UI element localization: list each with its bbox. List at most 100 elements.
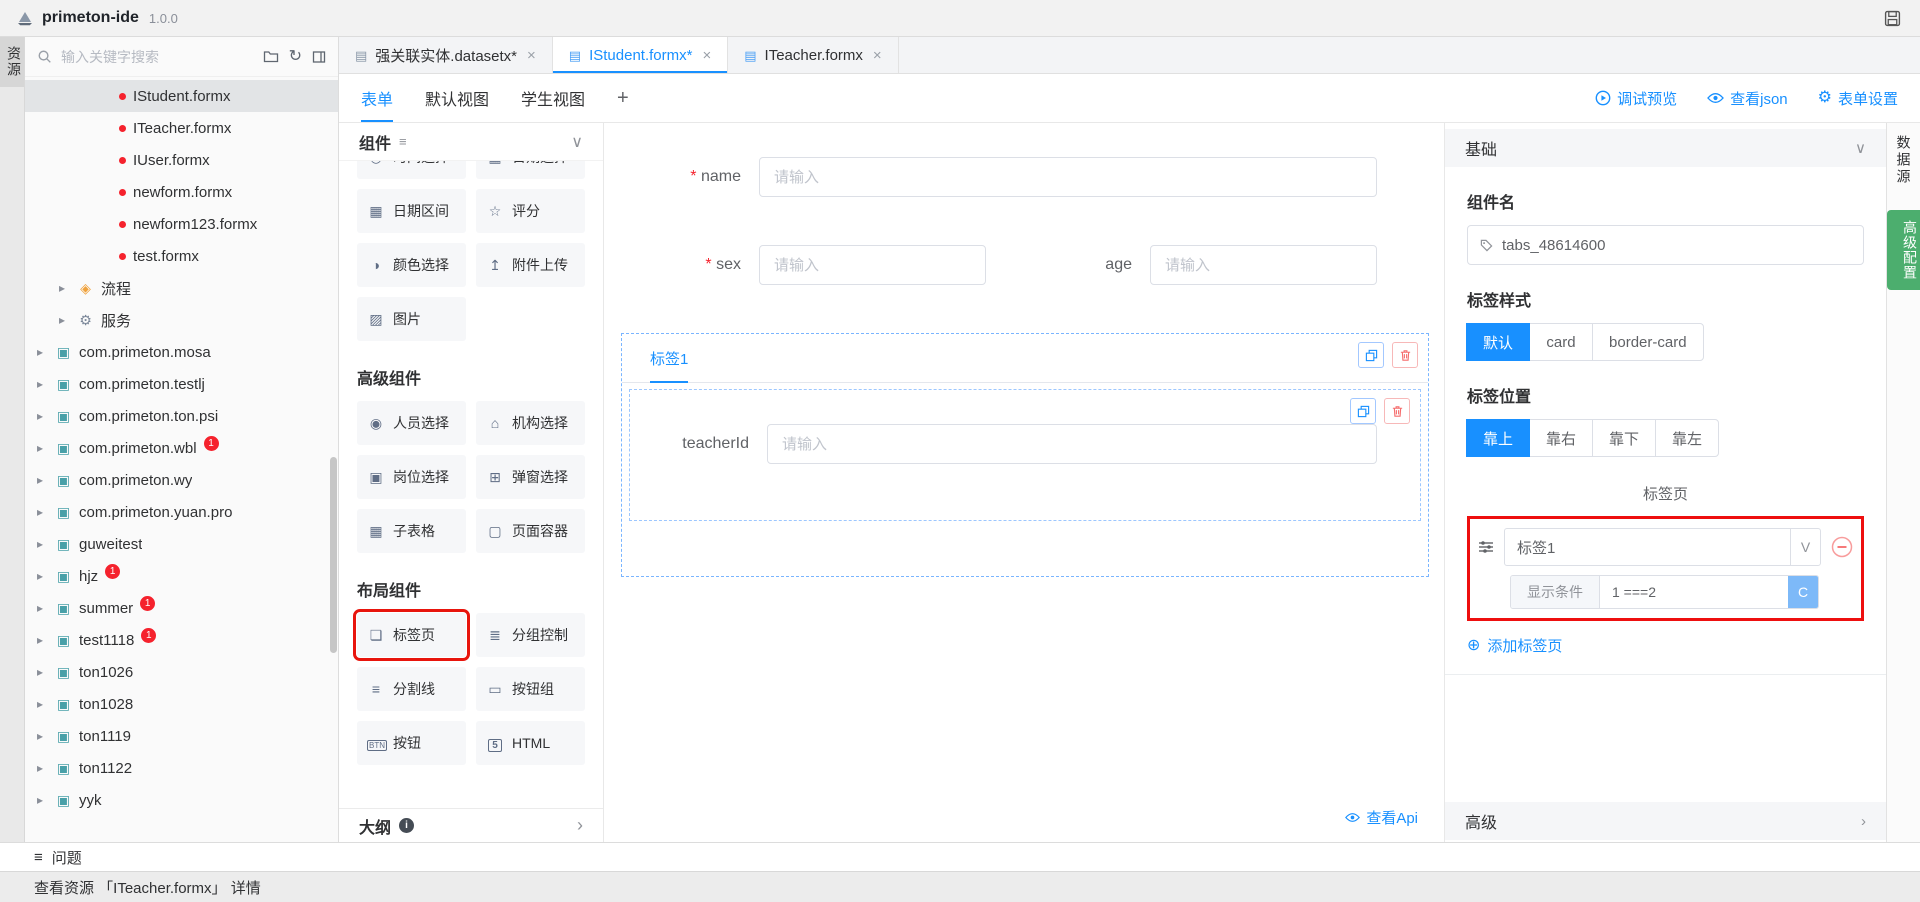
palette-item[interactable]: 分组控制 [476,613,585,657]
view-api-link[interactable]: 查看Api [1345,807,1418,828]
tree-node[interactable]: ▸ summer 1 [25,592,338,624]
view-tab[interactable]: 学生视图 [521,74,585,122]
tab-title[interactable]: 标签1 [650,348,688,383]
copy-icon[interactable] [1350,398,1376,424]
tree-node[interactable]: ▸ com.primeton.wy [25,464,338,496]
palette-item[interactable]: 颜色选择 [357,243,466,287]
palette-item[interactable]: 附件上传 [476,243,585,287]
save-icon[interactable] [1880,6,1904,30]
palette-item[interactable]: 按钮 [357,721,466,765]
tree-node[interactable]: ▸ test.formx [25,240,338,272]
palette-item[interactable]: 图片 [357,297,466,341]
sidebar-scrollbar[interactable] [330,457,337,653]
tab-page-v-button[interactable]: V [1790,529,1820,565]
expand-caret-icon[interactable]: ▸ [37,761,48,775]
tab-page-name-input[interactable]: 标签1 [1505,529,1790,565]
view-tab[interactable]: 默认视图 [425,74,489,122]
tree-node[interactable]: ▸ test1118 1 [25,624,338,656]
tree-node[interactable]: ▸ 流程 [25,272,338,304]
expand-caret-icon[interactable]: ▸ [37,729,48,743]
tree-node[interactable]: ▸ com.primeton.testlj [25,368,338,400]
editor-tab[interactable]: ITeacher.formx × [728,37,898,73]
palette-item[interactable]: 日期选择 [476,161,585,179]
chevron-down-icon[interactable]: ∨ [571,132,583,152]
condition-code-button[interactable]: C [1788,576,1818,608]
tree-node[interactable]: ▸ com.primeton.wbl 1 [25,432,338,464]
component-name-field[interactable]: tabs_48614600 [1467,225,1864,265]
expand-caret-icon[interactable]: ▸ [37,601,48,615]
tree-node[interactable]: ▸ 服务 [25,304,338,336]
tab-pane[interactable]: teacherId [629,389,1421,521]
tree-node[interactable]: ▸ ton1122 [25,752,338,784]
condition-value-input[interactable]: 1 ===2 [1600,576,1788,608]
tab-position-option[interactable]: 靠下 [1592,419,1656,457]
palette-item[interactable]: 评分 [476,189,585,233]
right-rail-tab[interactable]: 数据源 [1894,127,1914,194]
palette-item[interactable]: 机构选择 [476,401,585,445]
palette-item[interactable]: 时间选择 [357,161,466,179]
tree-node[interactable]: ▸ IUser.formx [25,144,338,176]
advanced-section-header[interactable]: 高级 › [1445,802,1886,840]
expand-caret-icon[interactable]: ▸ [59,281,70,295]
tree-node[interactable]: ▸ ton1028 [25,688,338,720]
display-condition-button[interactable]: 显示条件 [1511,576,1600,608]
tree-node[interactable]: ▸ com.primeton.ton.psi [25,400,338,432]
tree-node[interactable]: ▸ ton1026 [25,656,338,688]
form-settings-button[interactable]: ⚙ 表单设置 [1818,88,1898,109]
expand-caret-icon[interactable]: ▸ [37,633,48,647]
debug-preview-button[interactable]: 调试预览 [1595,88,1677,109]
copy-icon[interactable] [1358,342,1384,368]
tab-style-option[interactable]: border-card [1592,323,1704,361]
add-view-button[interactable]: + [617,74,629,122]
palette-item[interactable]: HTML [476,721,585,765]
tree-node[interactable]: ▸ guweitest [25,528,338,560]
sex-input[interactable] [759,245,986,285]
expand-caret-icon[interactable]: ▸ [37,793,48,807]
tree-node[interactable]: ▸ com.primeton.yuan.pro [25,496,338,528]
tab-position-option[interactable]: 靠右 [1529,419,1593,457]
right-rail-tab[interactable]: 高级配置 [1887,210,1920,290]
palette-item[interactable]: 按钮组 [476,667,585,711]
tab-style-option[interactable]: card [1529,323,1593,361]
delete-icon[interactable] [1384,398,1410,424]
expand-caret-icon[interactable]: ▸ [37,537,48,551]
tree-node[interactable]: ▸ com.primeton.mosa [25,336,338,368]
resources-rail-tab[interactable]: 资源 [0,37,24,87]
sliders-icon[interactable] [1478,540,1494,554]
editor-tab[interactable]: IStudent.formx* × [553,37,728,73]
palette-item[interactable]: 分割线 [357,667,466,711]
tab-style-option[interactable]: 默认 [1466,323,1530,361]
tree-node[interactable]: ▸ newform123.formx [25,208,338,240]
tree-node[interactable]: ▸ yyk [25,784,338,816]
problems-bar[interactable]: ≡ 问题 [0,842,1920,871]
view-json-button[interactable]: 查看json [1707,88,1788,109]
age-input[interactable] [1150,245,1377,285]
expand-caret-icon[interactable]: ▸ [37,569,48,583]
expand-caret-icon[interactable]: ▸ [37,697,48,711]
expand-caret-icon[interactable]: ▸ [37,505,48,519]
name-input[interactable] [759,157,1377,197]
expand-caret-icon[interactable]: ▸ [37,409,48,423]
refresh-icon[interactable]: ↻ [289,49,302,65]
tab-position-option[interactable]: 靠左 [1655,419,1719,457]
add-tab-page-link[interactable]: ⊕ 添加标签页 [1467,635,1864,656]
palette-item[interactable]: 页面容器 [476,509,585,553]
remove-tab-page-icon[interactable] [1831,536,1853,558]
tree-node[interactable]: ▸ newform.formx [25,176,338,208]
expand-caret-icon[interactable]: ▸ [37,441,48,455]
tab-position-option[interactable]: 靠上 [1466,419,1530,457]
tabs-widget[interactable]: 标签1 tea [621,333,1429,577]
tree-node[interactable]: ▸ ITeacher.formx [25,112,338,144]
expand-caret-icon[interactable]: ▸ [37,377,48,391]
view-tab[interactable]: 表单 [361,74,393,122]
outline-bar[interactable]: 大纲 › [339,808,603,842]
expand-caret-icon[interactable]: ▸ [37,665,48,679]
search-input[interactable] [59,48,253,66]
new-folder-icon[interactable] [263,50,279,63]
tree-node[interactable]: ▸ ton1119 [25,720,338,752]
tree-node[interactable]: ▸ IStudent.formx [25,80,338,112]
editor-tab[interactable]: 强关联实体.datasetx* × [339,37,553,73]
palette-item[interactable]: 日期区间 [357,189,466,233]
palette-item[interactable]: 人员选择 [357,401,466,445]
form-canvas[interactable]: name sex age [604,123,1444,842]
